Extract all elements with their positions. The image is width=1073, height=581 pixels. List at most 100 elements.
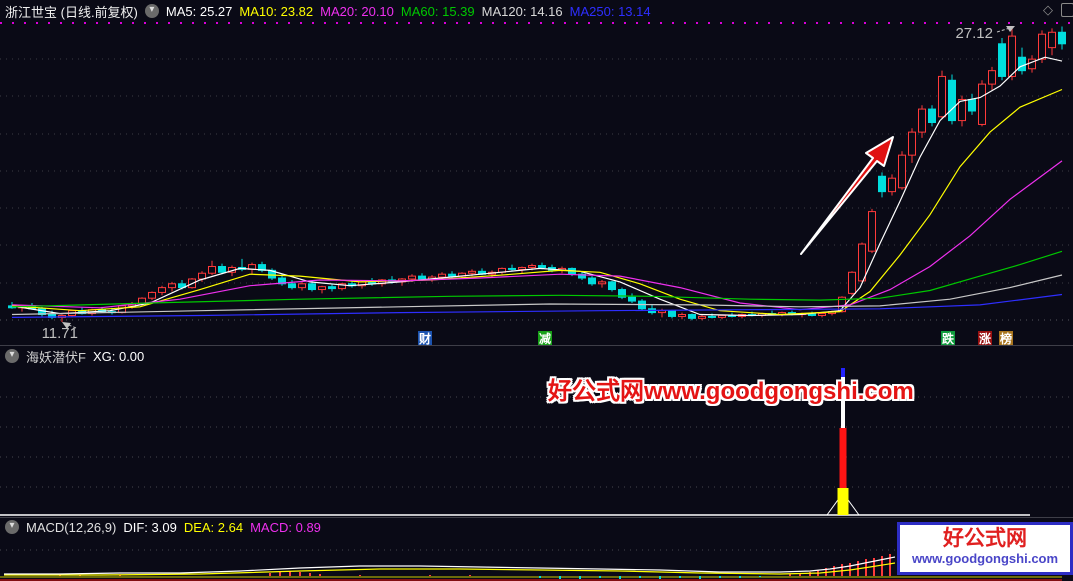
- candle-body: [698, 315, 706, 319]
- macd-bar: [739, 576, 741, 578]
- xg-value: XG: 0.00: [92, 348, 145, 364]
- candle-body: [518, 266, 526, 270]
- candle-body: [148, 291, 156, 299]
- watermark-text: 好公式网www.goodgongshi.com: [548, 378, 914, 405]
- candle-body: [538, 265, 546, 268]
- candle-body: [868, 211, 876, 252]
- candle-body: [418, 275, 426, 280]
- macd-bar: [359, 575, 361, 576]
- diamond-tool-icon[interactable]: ◇: [1043, 2, 1053, 18]
- candle-body: [438, 273, 446, 278]
- candle-body: [908, 131, 916, 156]
- macd-bar: [559, 576, 561, 579]
- event-marker-char: 财: [418, 331, 431, 346]
- macd-bar: [269, 573, 271, 576]
- macd-bar: [719, 576, 721, 578]
- stock-title: 浙江世宝 (日线.前复权): [5, 4, 138, 20]
- candle-body: [158, 287, 166, 293]
- candle-body: [318, 286, 326, 291]
- macd-bar: [429, 575, 431, 576]
- macd-bar: [809, 572, 811, 576]
- logo-url: www.goodgongshi.com: [911, 551, 1059, 566]
- event-markers: 财 减 跌 涨榜: [418, 331, 1013, 346]
- ma250-value: MA250: 13.14: [569, 3, 651, 19]
- candle-body: [708, 315, 716, 318]
- candle-body: [938, 75, 946, 118]
- candle-body: [328, 286, 336, 290]
- candle-body: [918, 108, 926, 133]
- macd-bar: [319, 574, 321, 576]
- macd-name: MACD(12,26,9): [26, 519, 117, 535]
- macd-bar: [759, 576, 761, 577]
- candle-body: [1018, 56, 1026, 72]
- dea-value: DEA: 2.64: [183, 519, 244, 535]
- candle-body: [408, 275, 416, 280]
- goodgongshi-logo: 好公式网 www.goodgongshi.com: [897, 522, 1073, 575]
- macd-bar: [599, 576, 601, 578]
- candle-body: [888, 177, 896, 193]
- candle-body: [948, 79, 956, 122]
- candles: [8, 26, 1066, 322]
- candle-body: [968, 98, 976, 112]
- candle-body: [1028, 58, 1036, 70]
- macd-bar: [539, 576, 541, 578]
- ma120-value: MA120: 14.16: [481, 3, 563, 19]
- event-marker-char: 减: [539, 331, 551, 346]
- candle-body: [218, 266, 226, 273]
- candle-body: [898, 154, 906, 189]
- candle-body: [528, 265, 536, 268]
- ma20-value: MA20: 20.10: [320, 3, 394, 19]
- candle-body: [448, 273, 456, 277]
- window-restore-icon[interactable]: [1061, 3, 1073, 17]
- dif-value: DIF: 3.09: [123, 519, 177, 535]
- macd-bar: [309, 573, 311, 576]
- candle-body: [608, 281, 616, 291]
- candle-body: [978, 83, 986, 125]
- macd-bar: [299, 572, 301, 576]
- signal-spike-segment: [837, 488, 849, 515]
- price-annotation: 11.71: [42, 325, 78, 342]
- candle-body: [858, 243, 866, 282]
- candle-body: [208, 266, 216, 274]
- collapse-chevron-icon[interactable]: ▾: [5, 349, 19, 363]
- price-annotation: 27.12: [955, 25, 993, 42]
- macd-bar: [841, 564, 843, 576]
- candlestick-chart-panel[interactable]: 财 减 跌 涨榜 27.12 11.71: [0, 22, 1073, 346]
- collapse-chevron-icon[interactable]: ▾: [5, 520, 19, 534]
- candle-body: [678, 314, 686, 317]
- macd-bar: [279, 572, 281, 576]
- candle-body: [818, 313, 826, 316]
- trend-arrow: [800, 136, 894, 255]
- candle-body: [288, 283, 296, 289]
- candle-body: [168, 283, 176, 289]
- candlestick-chart: 财 减 跌 涨榜 27.12 11.71: [0, 22, 1073, 346]
- candle-body: [508, 267, 516, 270]
- candle-body: [628, 296, 636, 302]
- candle-body: [1038, 33, 1046, 60]
- collapse-chevron-icon[interactable]: ▾: [144, 4, 159, 18]
- candle-body: [1048, 31, 1056, 49]
- ma5-value: MA5: 25.27: [165, 3, 233, 19]
- candle-body: [658, 310, 666, 314]
- candle-body: [1008, 35, 1016, 77]
- main-chart-header: 浙江世宝 (日线.前复权) ▾ MA5: 25.27 MA10: 23.82 M…: [0, 0, 1073, 22]
- candle-body: [598, 281, 606, 285]
- candle-body: [588, 277, 596, 285]
- candle-body: [1058, 31, 1066, 45]
- macd-value: MACD: 0.89: [250, 519, 321, 535]
- logo-title: 好公式网: [943, 527, 1027, 550]
- candle-body: [878, 175, 886, 193]
- candle-body: [848, 271, 856, 294]
- candle-body: [298, 283, 306, 289]
- event-marker-char: 榜: [1000, 331, 1012, 346]
- signal-spike-segment: [839, 428, 847, 488]
- macd-bar: [699, 576, 701, 579]
- macd-bar: [659, 576, 661, 579]
- candle-body: [688, 314, 696, 319]
- dif-line: [4, 556, 896, 575]
- candle-body: [308, 283, 316, 291]
- indicator-name: 海妖潜伏F: [26, 349, 86, 365]
- candle-body: [998, 43, 1006, 77]
- candle-body: [928, 108, 936, 124]
- ma10-value: MA10: 23.82: [239, 3, 314, 19]
